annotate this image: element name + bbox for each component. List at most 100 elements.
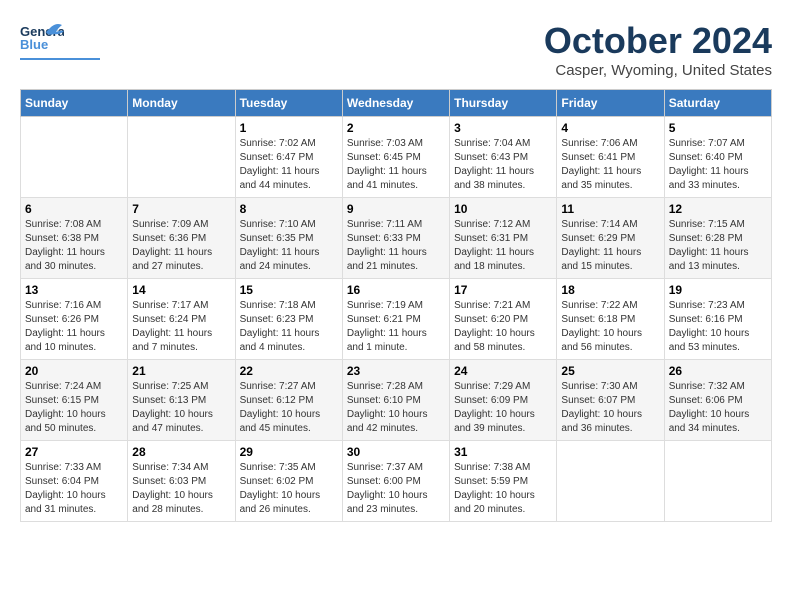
day-info: Sunrise: 7:34 AMSunset: 6:03 PMDaylight:… <box>132 461 230 517</box>
table-row: 12 Sunrise: 7:15 AMSunset: 6:28 PMDayligh… <box>664 198 771 279</box>
day-number: 14 <box>132 283 230 297</box>
table-row: 30Sunrise: 7:37 AMSunset: 6:00 PMDayligh… <box>342 441 449 522</box>
day-number: 26 <box>669 364 767 378</box>
day-number: 23 <box>347 364 445 378</box>
table-row: 5 Sunrise: 7:07 AMSunset: 6:40 PMDaylight… <box>664 117 771 198</box>
logo: General Blue <box>20 20 100 60</box>
day-info: Sunrise: 7:07 AMSunset: 6:40 PMDaylight:… <box>669 137 767 193</box>
col-monday: Monday <box>128 90 235 117</box>
day-number: 17 <box>454 283 552 297</box>
table-row <box>128 117 235 198</box>
table-row: 25 Sunrise: 7:30 AMSunset: 6:07 PMDayligh… <box>557 360 664 441</box>
day-info: Sunrise: 7:15 AMSunset: 6:28 PMDaylight:… <box>669 218 767 274</box>
table-row: 23 Sunrise: 7:28 AMSunset: 6:10 PMDayligh… <box>342 360 449 441</box>
day-info: Sunrise: 7:35 AMSunset: 6:02 PMDaylight:… <box>240 461 338 517</box>
table-row: 14Sunrise: 7:17 AMSunset: 6:24 PMDayligh… <box>128 279 235 360</box>
table-row: 10Sunrise: 7:12 AMSunset: 6:31 PMDayligh… <box>450 198 557 279</box>
month-title: October 2024 <box>544 20 772 62</box>
table-row: 27Sunrise: 7:33 AMSunset: 6:04 PMDayligh… <box>21 441 128 522</box>
table-row: 9 Sunrise: 7:11 AMSunset: 6:33 PMDaylight… <box>342 198 449 279</box>
col-wednesday: Wednesday <box>342 90 449 117</box>
table-row: 4Sunrise: 7:06 AMSunset: 6:41 PMDaylight… <box>557 117 664 198</box>
day-number: 18 <box>561 283 659 297</box>
day-number: 28 <box>132 445 230 459</box>
location: Casper, Wyoming, United States <box>544 62 772 79</box>
day-number: 13 <box>25 283 123 297</box>
col-saturday: Saturday <box>664 90 771 117</box>
table-row: 6 Sunrise: 7:08 AMSunset: 6:38 PMDaylight… <box>21 198 128 279</box>
day-number: 15 <box>240 283 338 297</box>
day-info: Sunrise: 7:29 AMSunset: 6:09 PMDaylight:… <box>454 380 552 436</box>
day-number: 7 <box>132 202 230 216</box>
day-number: 2 <box>347 121 445 135</box>
day-info: Sunrise: 7:09 AMSunset: 6:36 PMDaylight:… <box>132 218 230 274</box>
day-number: 11 <box>561 202 659 216</box>
table-row: 28 Sunrise: 7:34 AMSunset: 6:03 PMDayligh… <box>128 441 235 522</box>
day-number: 10 <box>454 202 552 216</box>
day-number: 12 <box>669 202 767 216</box>
day-number: 6 <box>25 202 123 216</box>
table-row: 13Sunrise: 7:16 AMSunset: 6:26 PMDayligh… <box>21 279 128 360</box>
day-number: 24 <box>454 364 552 378</box>
table-row: 3 Sunrise: 7:04 AMSunset: 6:43 PMDaylight… <box>450 117 557 198</box>
page-header: General Blue October 2024 Casper, Wyomin… <box>20 20 772 79</box>
day-info: Sunrise: 7:22 AMSunset: 6:18 PMDaylight:… <box>561 299 659 355</box>
day-number: 9 <box>347 202 445 216</box>
table-row: 20 Sunrise: 7:24 AMSunset: 6:15 PMDayligh… <box>21 360 128 441</box>
day-info: Sunrise: 7:19 AMSunset: 6:21 PMDaylight:… <box>347 299 445 355</box>
day-number: 1 <box>240 121 338 135</box>
calendar-week-1: 1 Sunrise: 7:02 AMSunset: 6:47 PMDaylight… <box>21 117 772 198</box>
day-number: 4 <box>561 121 659 135</box>
day-info: Sunrise: 7:32 AMSunset: 6:06 PMDaylight:… <box>669 380 767 436</box>
table-row: 29 Sunrise: 7:35 AMSunset: 6:02 PMDayligh… <box>235 441 342 522</box>
calendar-week-4: 20 Sunrise: 7:24 AMSunset: 6:15 PMDayligh… <box>21 360 772 441</box>
calendar-header-row: Sunday Monday Tuesday Wednesday Thursday… <box>21 90 772 117</box>
day-number: 19 <box>669 283 767 297</box>
day-number: 22 <box>240 364 338 378</box>
table-row: 26 Sunrise: 7:32 AMSunset: 6:06 PMDayligh… <box>664 360 771 441</box>
day-number: 20 <box>25 364 123 378</box>
col-tuesday: Tuesday <box>235 90 342 117</box>
day-info: Sunrise: 7:08 AMSunset: 6:38 PMDaylight:… <box>25 218 123 274</box>
day-info: Sunrise: 7:14 AMSunset: 6:29 PMDaylight:… <box>561 218 659 274</box>
day-info: Sunrise: 7:25 AMSunset: 6:13 PMDaylight:… <box>132 380 230 436</box>
table-row: 7 Sunrise: 7:09 AMSunset: 6:36 PMDaylight… <box>128 198 235 279</box>
day-info: Sunrise: 7:03 AMSunset: 6:45 PMDaylight:… <box>347 137 445 193</box>
table-row: 19 Sunrise: 7:23 AMSunset: 6:16 PMDayligh… <box>664 279 771 360</box>
table-row <box>557 441 664 522</box>
day-info: Sunrise: 7:24 AMSunset: 6:15 PMDaylight:… <box>25 380 123 436</box>
day-number: 31 <box>454 445 552 459</box>
day-number: 25 <box>561 364 659 378</box>
page-container: General Blue October 2024 Casper, Wyomin… <box>20 20 772 522</box>
col-sunday: Sunday <box>21 90 128 117</box>
day-number: 3 <box>454 121 552 135</box>
table-row: 16 Sunrise: 7:19 AMSunset: 6:21 PMDayligh… <box>342 279 449 360</box>
table-row: 18 Sunrise: 7:22 AMSunset: 6:18 PMDayligh… <box>557 279 664 360</box>
table-row <box>664 441 771 522</box>
day-info: Sunrise: 7:23 AMSunset: 6:16 PMDaylight:… <box>669 299 767 355</box>
table-row: 21Sunrise: 7:25 AMSunset: 6:13 PMDayligh… <box>128 360 235 441</box>
svg-text:Blue: Blue <box>20 37 48 52</box>
calendar-week-2: 6 Sunrise: 7:08 AMSunset: 6:38 PMDaylight… <box>21 198 772 279</box>
day-number: 8 <box>240 202 338 216</box>
day-info: Sunrise: 7:28 AMSunset: 6:10 PMDaylight:… <box>347 380 445 436</box>
table-row: 31Sunrise: 7:38 AMSunset: 5:59 PMDayligh… <box>450 441 557 522</box>
calendar-week-3: 13Sunrise: 7:16 AMSunset: 6:26 PMDayligh… <box>21 279 772 360</box>
day-info: Sunrise: 7:02 AMSunset: 6:47 PMDaylight:… <box>240 137 338 193</box>
col-thursday: Thursday <box>450 90 557 117</box>
day-number: 5 <box>669 121 767 135</box>
table-row: 22 Sunrise: 7:27 AMSunset: 6:12 PMDayligh… <box>235 360 342 441</box>
day-info: Sunrise: 7:04 AMSunset: 6:43 PMDaylight:… <box>454 137 552 193</box>
day-info: Sunrise: 7:10 AMSunset: 6:35 PMDaylight:… <box>240 218 338 274</box>
day-number: 29 <box>240 445 338 459</box>
day-number: 16 <box>347 283 445 297</box>
day-info: Sunrise: 7:21 AMSunset: 6:20 PMDaylight:… <box>454 299 552 355</box>
table-row: 15Sunrise: 7:18 AMSunset: 6:23 PMDayligh… <box>235 279 342 360</box>
day-info: Sunrise: 7:30 AMSunset: 6:07 PMDaylight:… <box>561 380 659 436</box>
day-info: Sunrise: 7:11 AMSunset: 6:33 PMDaylight:… <box>347 218 445 274</box>
table-row: 17 Sunrise: 7:21 AMSunset: 6:20 PMDayligh… <box>450 279 557 360</box>
day-info: Sunrise: 7:27 AMSunset: 6:12 PMDaylight:… <box>240 380 338 436</box>
table-row: 8 Sunrise: 7:10 AMSunset: 6:35 PMDaylight… <box>235 198 342 279</box>
table-row: 1 Sunrise: 7:02 AMSunset: 6:47 PMDaylight… <box>235 117 342 198</box>
col-friday: Friday <box>557 90 664 117</box>
